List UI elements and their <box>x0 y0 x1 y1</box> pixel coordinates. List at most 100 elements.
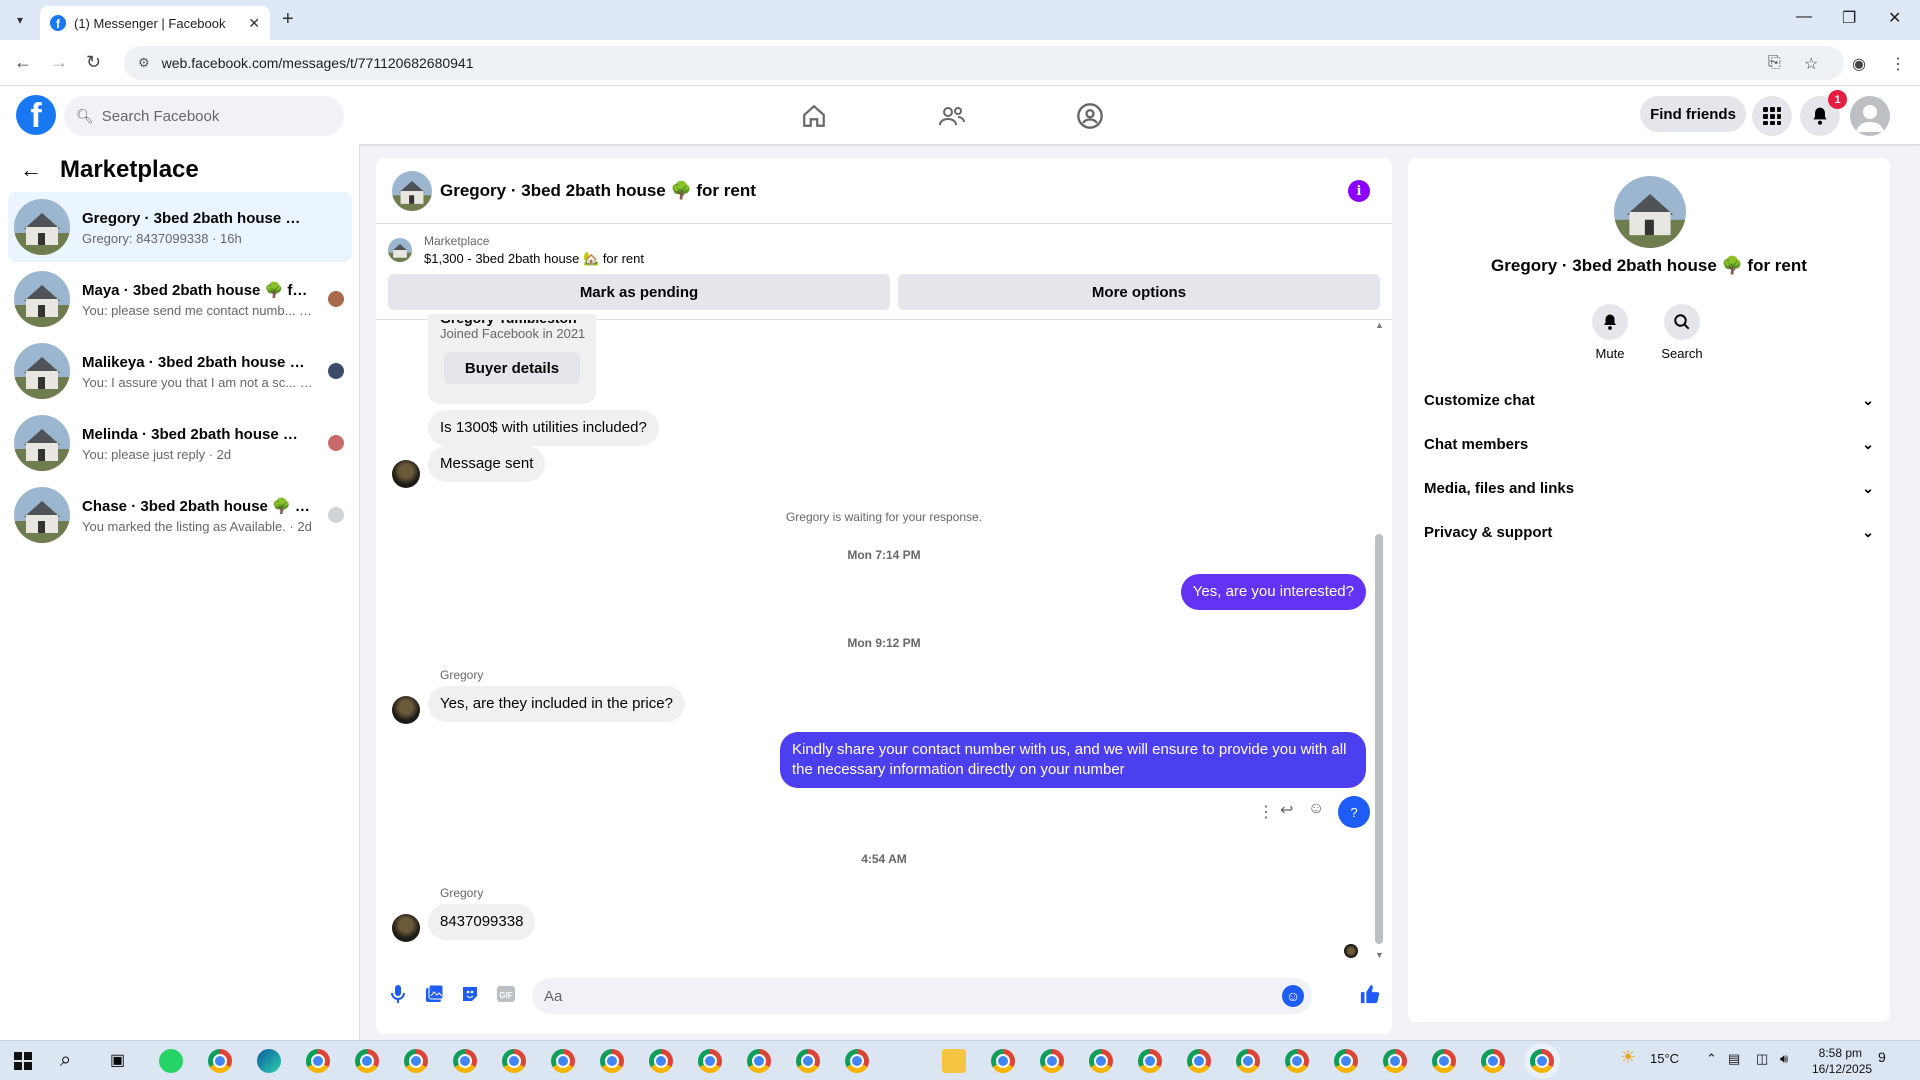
start-windows-icon[interactable] <box>14 1052 32 1070</box>
chrome-icon[interactable] <box>453 1049 477 1073</box>
chrome-icon[interactable] <box>306 1049 330 1073</box>
media-files-links-section[interactable]: Media, files and links ⌄ <box>1424 470 1874 506</box>
chrome-icon[interactable] <box>502 1049 526 1073</box>
conversation-info-icon[interactable]: i <box>1348 180 1370 202</box>
chrome-icon[interactable] <box>1187 1049 1211 1073</box>
chat-members-section[interactable]: Chat members ⌄ <box>1424 426 1874 462</box>
browser-menu-icon[interactable]: ⋮ <box>1890 54 1906 74</box>
search-action[interactable]: Search <box>1652 304 1712 361</box>
incoming-message[interactable]: Yes, are they included in the price? <box>428 686 685 722</box>
incoming-message[interactable]: Is 1300$ with utilities included? <box>428 410 659 446</box>
search-icon[interactable] <box>1664 304 1700 340</box>
scrollbar-thumb[interactable] <box>1375 534 1383 944</box>
customize-chat-section[interactable]: Customize chat ⌄ <box>1424 382 1874 418</box>
conversation-item[interactable]: Maya · 3bed 2bath house 🌳 for... You: pl… <box>8 264 352 334</box>
network-icon[interactable]: ▤ <box>1728 1051 1740 1067</box>
more-actions-icon[interactable]: ⋮ <box>1258 802 1274 822</box>
chrome-icon[interactable] <box>991 1049 1015 1073</box>
clock[interactable]: 8:58 pm 16/12/2025 <box>1812 1045 1872 1077</box>
task-view-icon[interactable]: ▣ <box>110 1050 125 1070</box>
facebook-logo-icon[interactable]: f <box>16 95 56 135</box>
buyer-details-button[interactable]: Buyer details <box>444 352 580 384</box>
taskbar-search-icon[interactable]: ⌕ <box>60 1049 71 1072</box>
chrome-icon[interactable] <box>1040 1049 1064 1073</box>
notification-center-icon[interactable]: 9 <box>1878 1049 1886 1065</box>
incoming-message[interactable]: Message sent <box>428 446 546 482</box>
chrome-icon[interactable] <box>600 1049 624 1073</box>
sender-avatar[interactable] <box>392 696 420 724</box>
chrome-icon[interactable] <box>1138 1049 1162 1073</box>
chrome-icon[interactable] <box>1236 1049 1260 1073</box>
chrome-icon[interactable] <box>1089 1049 1113 1073</box>
conversation-item[interactable]: Gregory · 3bed 2bath house 🌳 fo... Grego… <box>8 192 352 262</box>
listing-thumbnail[interactable] <box>388 238 412 262</box>
chrome-icon[interactable] <box>845 1049 869 1073</box>
conversation-item[interactable]: Malikeya · 3bed 2bath house 🌳 ... You: I… <box>8 336 352 406</box>
chrome-icon[interactable] <box>208 1049 232 1073</box>
menu-grid-icon[interactable] <box>1752 96 1792 136</box>
find-friends-button[interactable]: Find friends <box>1640 96 1746 132</box>
like-thumb-icon[interactable] <box>1358 982 1382 1006</box>
chrome-icon[interactable] <box>1383 1049 1407 1073</box>
weather-icon[interactable]: ☀ <box>1620 1047 1636 1068</box>
chrome-icon[interactable] <box>404 1049 428 1073</box>
close-window-icon[interactable]: ✕ <box>1888 8 1901 28</box>
forward-icon[interactable]: → <box>50 52 68 73</box>
scroll-up-arrow-icon[interactable]: ▲ <box>1375 320 1384 330</box>
chrome-icon[interactable] <box>747 1049 771 1073</box>
chrome-icon[interactable] <box>649 1049 673 1073</box>
groups-icon[interactable] <box>1074 100 1106 132</box>
tab-search-button[interactable]: ▾ <box>8 8 32 32</box>
attach-photo-icon[interactable] <box>422 982 446 1006</box>
chrome-icon[interactable] <box>551 1049 575 1073</box>
home-icon[interactable] <box>798 100 830 132</box>
listing-price[interactable]: $1,300 - 3bed 2bath house 🏡 for rent <box>424 251 644 267</box>
chat-avatar[interactable] <box>392 170 432 211</box>
restore-icon[interactable]: ❐ <box>1842 8 1856 28</box>
close-tab-icon[interactable]: ✕ <box>248 15 260 32</box>
sender-avatar[interactable] <box>392 460 420 488</box>
show-hidden-icons-icon[interactable]: ⌃ <box>1706 1051 1717 1067</box>
back-icon[interactable]: ← <box>14 52 32 73</box>
weather-temp[interactable]: 15°C <box>1650 1051 1679 1066</box>
chat-title[interactable]: Gregory · 3bed 2bath house 🌳 for rent <box>440 181 756 201</box>
more-options-button[interactable]: More options <box>898 274 1380 310</box>
reload-icon[interactable]: ↻ <box>86 52 101 73</box>
chrome-icon[interactable] <box>1285 1049 1309 1073</box>
account-avatar[interactable] <box>1850 96 1890 136</box>
friends-icon[interactable] <box>936 100 968 132</box>
sender-avatar[interactable] <box>392 914 420 942</box>
mark-as-pending-button[interactable]: Mark as pending <box>388 274 890 310</box>
chrome-icon[interactable] <box>1432 1049 1456 1073</box>
new-tab-button[interactable]: + <box>282 8 294 31</box>
incoming-message[interactable]: 8437099338 <box>428 904 536 940</box>
mute-action[interactable]: Mute <box>1580 304 1640 361</box>
conversation-item[interactable]: Melinda · 3bed 2bath house 🌳 ... You: pl… <box>8 408 352 478</box>
chrome-icon[interactable] <box>796 1049 820 1073</box>
outgoing-message[interactable]: Kindly share your contact number with us… <box>780 732 1366 788</box>
edge-icon[interactable] <box>257 1049 281 1073</box>
message-input[interactable]: Aa ☺ <box>532 978 1312 1014</box>
scroll-down-arrow-icon[interactable]: ▼ <box>1375 950 1384 960</box>
volume-icon[interactable]: 🔊︎ <box>1780 1051 1788 1067</box>
install-app-icon[interactable]: ⎘ <box>1768 54 1781 72</box>
outgoing-message[interactable]: Yes, are you interested? <box>1180 574 1366 610</box>
react-emoji-icon[interactable]: ☺ <box>1308 800 1324 818</box>
read-status-icon[interactable]: ? <box>1338 796 1370 828</box>
chrome-icon[interactable] <box>355 1049 379 1073</box>
sticker-icon[interactable] <box>458 982 482 1006</box>
gif-icon[interactable]: GIF <box>494 982 518 1006</box>
chrome-icon[interactable] <box>1530 1049 1554 1073</box>
mute-bell-icon[interactable] <box>1592 304 1628 340</box>
voice-clip-icon[interactable] <box>386 982 410 1006</box>
chrome-icon[interactable] <box>698 1049 722 1073</box>
back-arrow-icon[interactable]: ← <box>20 157 42 183</box>
address-bar[interactable]: ⚙ web.facebook.com/messages/t/7711206826… <box>124 46 1844 80</box>
minimize-icon[interactable]: — <box>1796 8 1812 26</box>
search-facebook-input[interactable]: 🔍︎ Search Facebook <box>64 96 344 136</box>
whatsapp-icon[interactable] <box>159 1049 183 1073</box>
chrome-icon[interactable] <box>1334 1049 1358 1073</box>
privacy-support-section[interactable]: Privacy & support ⌄ <box>1424 514 1874 550</box>
reply-icon[interactable]: ↩ <box>1280 800 1293 820</box>
chrome-icon[interactable] <box>1481 1049 1505 1073</box>
